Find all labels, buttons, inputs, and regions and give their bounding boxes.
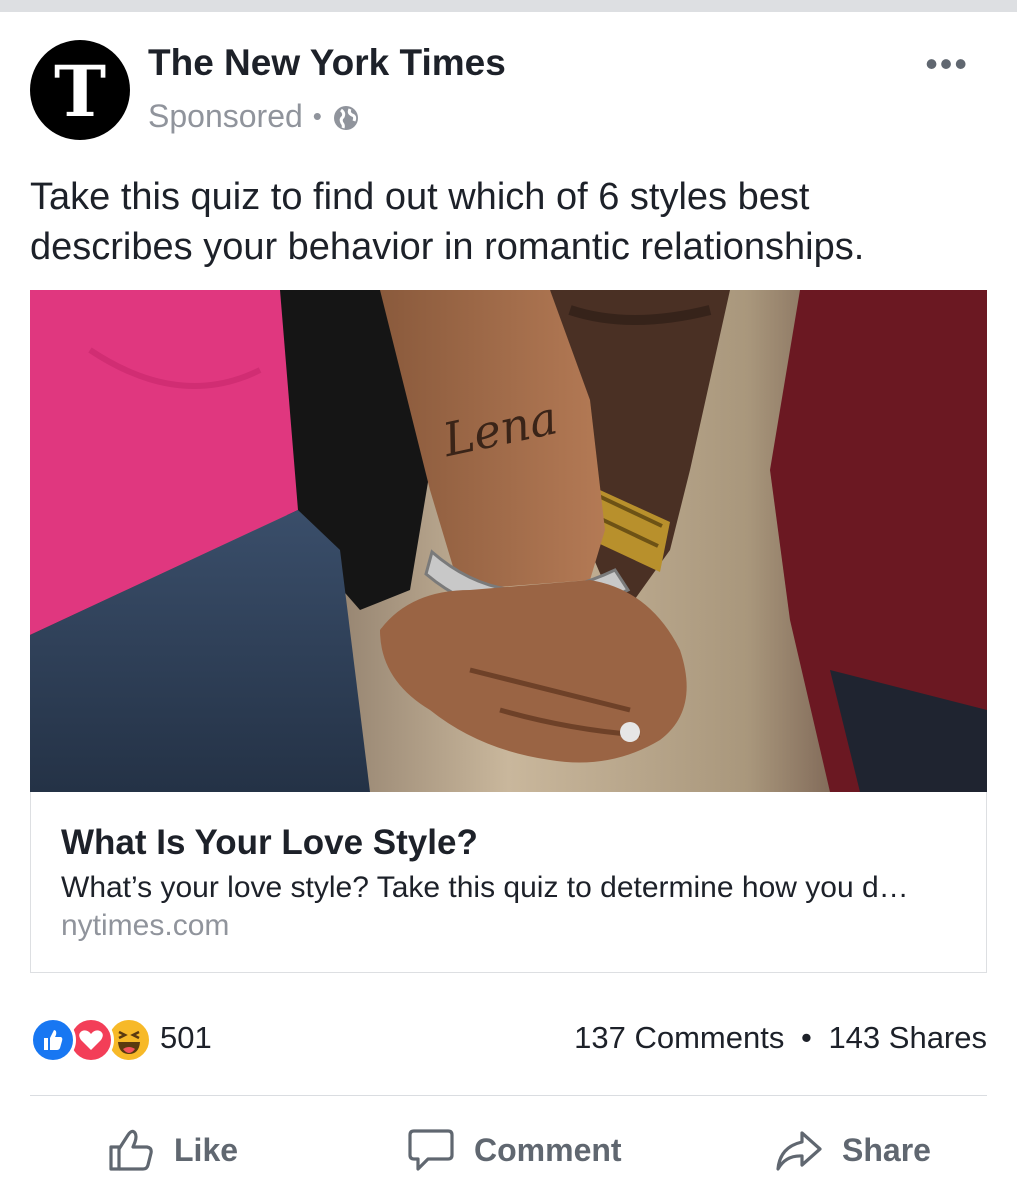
like-label: Like <box>174 1131 239 1168</box>
page-avatar[interactable]: T <box>30 40 130 140</box>
like-button[interactable]: Like <box>106 1122 238 1178</box>
more-options-button[interactable]: ••• <box>925 46 969 82</box>
sponsored-label[interactable]: Sponsored <box>148 98 303 135</box>
reactions-row: 501 137 Comments • 143 Shares <box>30 1016 987 1063</box>
share-arrow-icon <box>776 1131 822 1171</box>
action-divider <box>30 1095 987 1096</box>
comment-label: Comment <box>474 1131 622 1168</box>
nyt-logo: T <box>53 50 107 133</box>
action-bar: Like Comment Share <box>30 1122 987 1178</box>
like-reaction-icon <box>30 1017 76 1063</box>
post-header: T The New York Times Sponsored • ••• <box>30 40 987 140</box>
link-body[interactable]: What Is Your Love Style? What’s your lov… <box>61 823 961 943</box>
link-domain: nytimes.com <box>61 909 230 942</box>
meta-separator: • <box>312 101 322 131</box>
thumbs-up-icon <box>109 1129 153 1171</box>
comment-bubble-icon <box>408 1129 454 1171</box>
share-button[interactable]: Share <box>774 1122 931 1178</box>
link-title[interactable]: What Is Your Love Style? <box>61 823 961 863</box>
comments-count[interactable]: 137 Comments <box>574 1020 784 1055</box>
comment-button[interactable]: Comment <box>406 1122 622 1178</box>
engagement-separator: • <box>800 1020 812 1055</box>
reaction-count[interactable]: 501 <box>160 1020 212 1056</box>
link-card[interactable]: Lena What Is Your Love Style? What’s you… <box>30 290 987 973</box>
link-image[interactable]: Lena <box>30 290 987 792</box>
top-strip <box>0 0 1017 12</box>
globe-icon <box>332 103 360 131</box>
post-text: Take this quiz to find out which of 6 st… <box>30 176 865 268</box>
share-label: Share <box>842 1131 931 1168</box>
link-description: What’s your love style? Take this quiz t… <box>61 871 909 904</box>
post-meta: Sponsored • <box>148 98 360 135</box>
reaction-icons[interactable] <box>30 1016 152 1063</box>
shares-count[interactable]: 143 Shares <box>828 1020 987 1055</box>
page-name[interactable]: The New York Times <box>148 42 506 84</box>
engagement-stats: 137 Comments • 143 Shares <box>574 1020 987 1056</box>
